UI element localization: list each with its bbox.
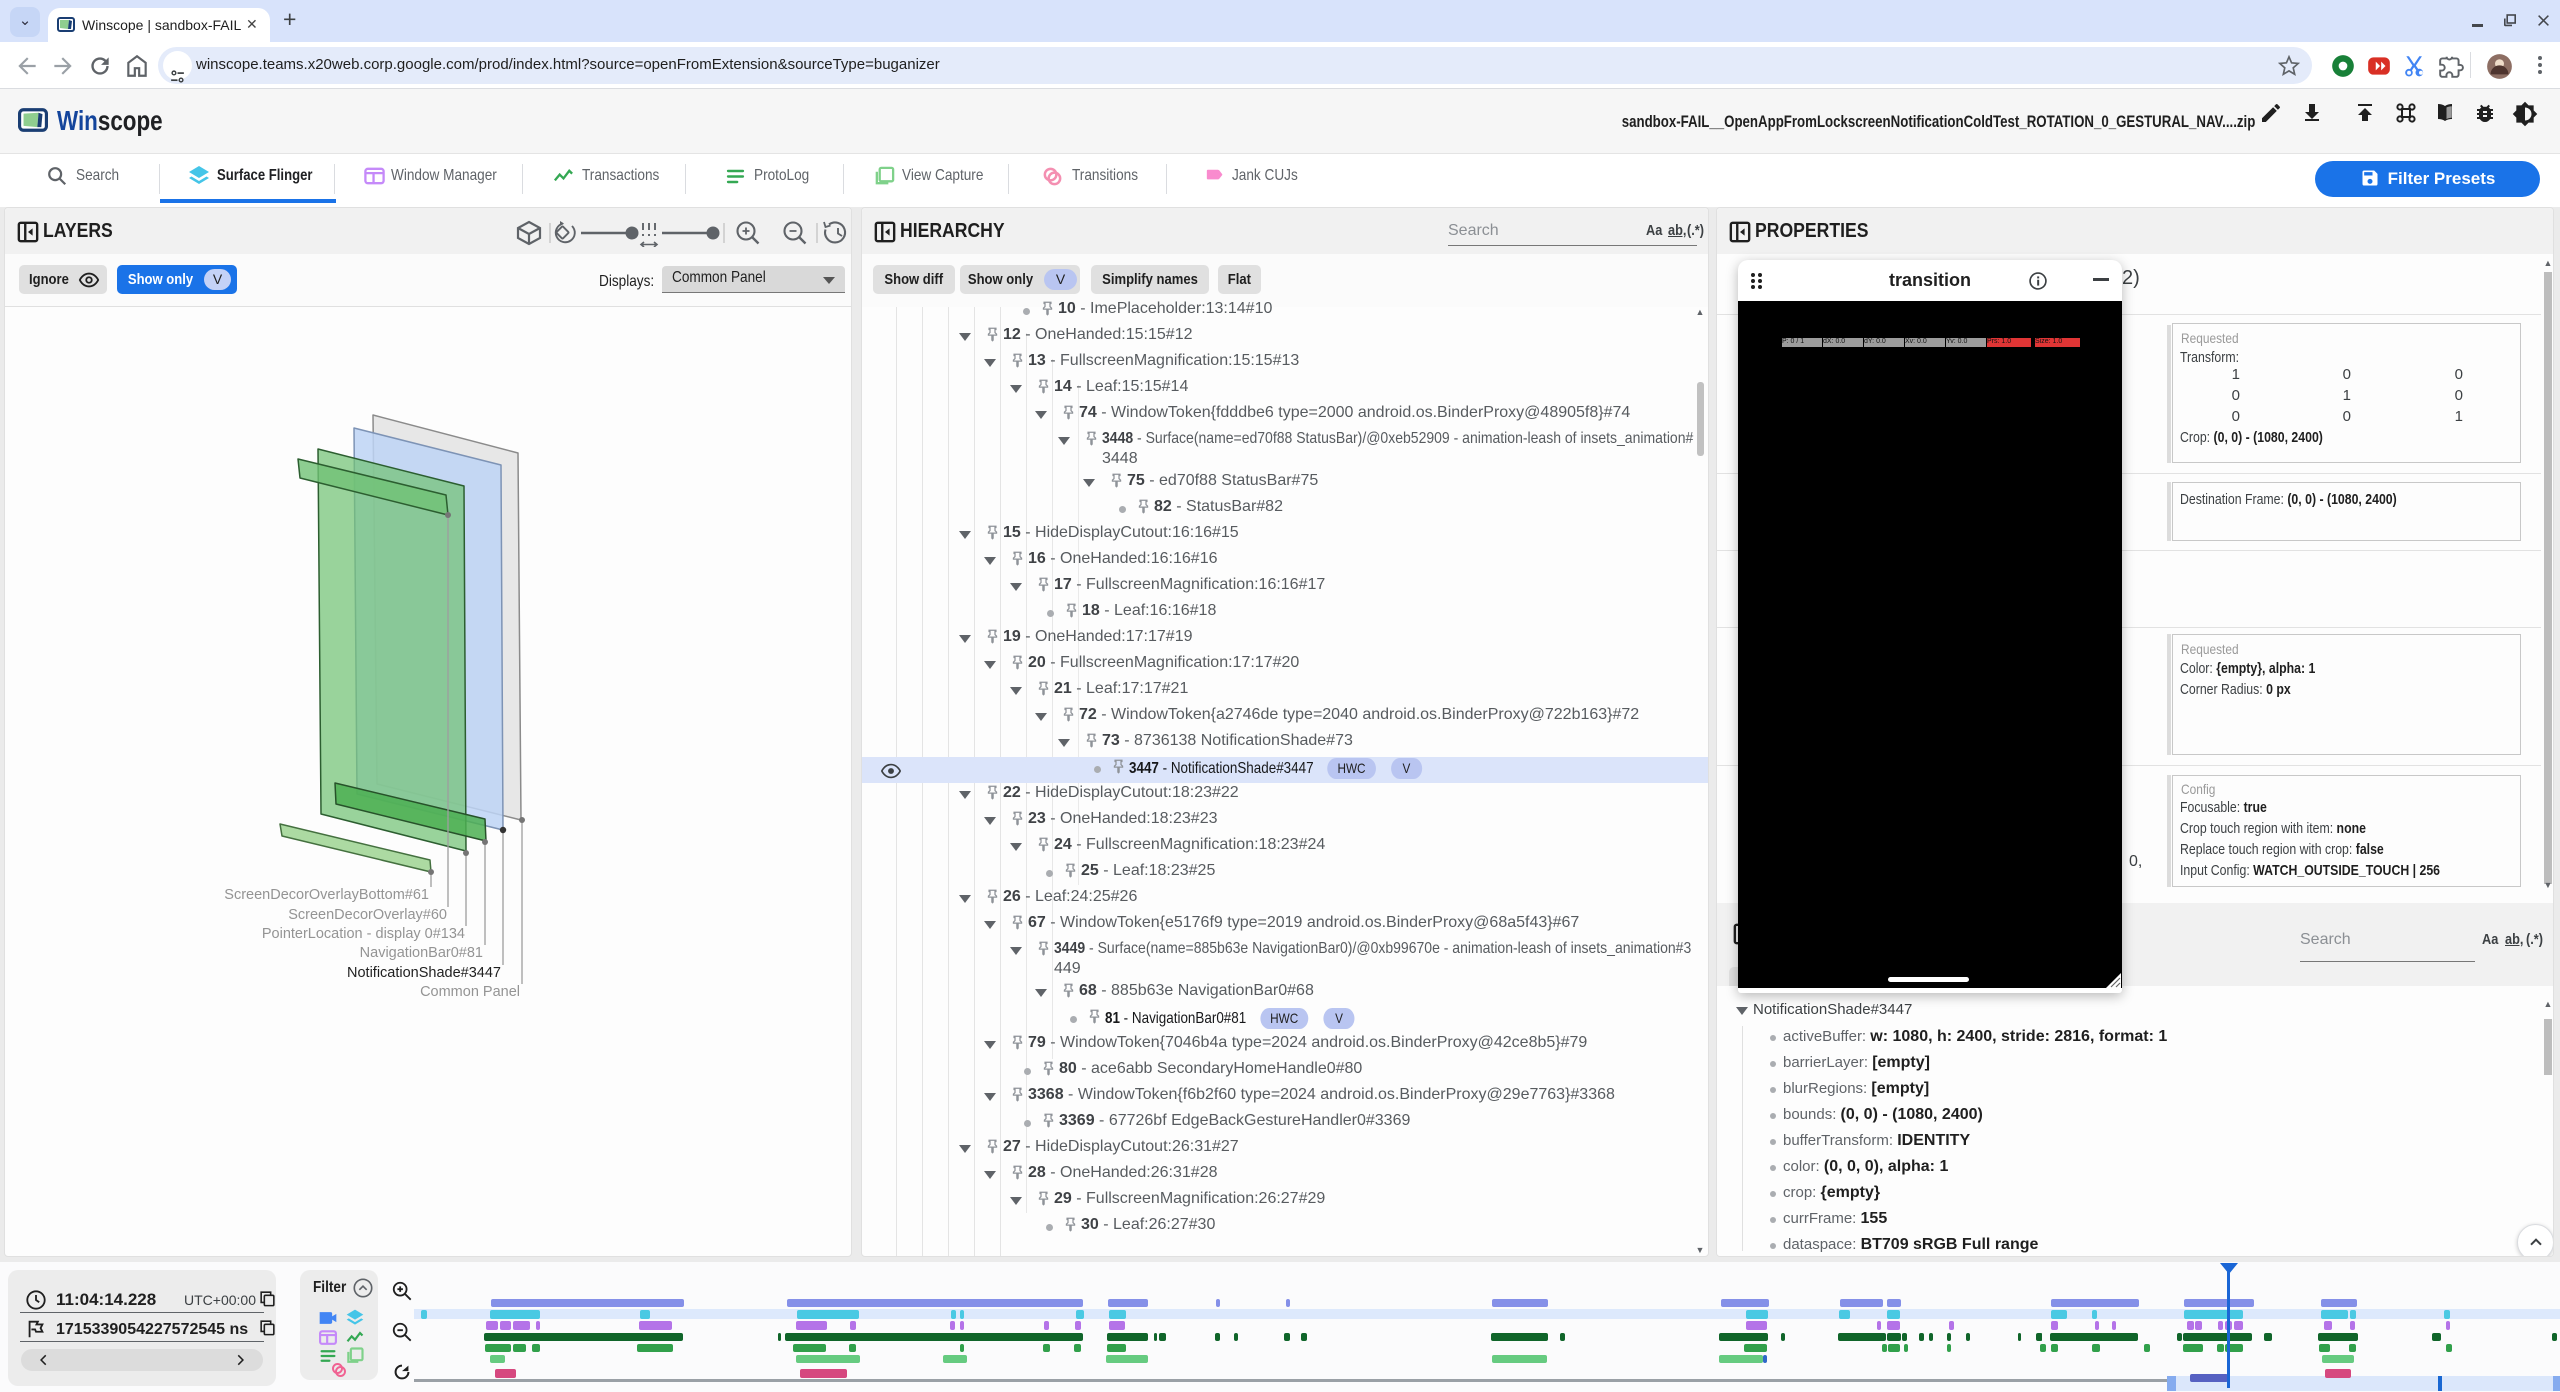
svg-text:NotificationShade#3447: NotificationShade#3447 [347,965,501,981]
svg-text:ScreenDecorOverlayBottom#61: ScreenDecorOverlayBottom#61 [224,887,429,903]
svg-text:ScreenDecorOverlay#60: ScreenDecorOverlay#60 [288,907,447,923]
svg-text:PointerLocation - display 0#13: PointerLocation - display 0#134 [262,926,465,942]
svg-text:Common Panel: Common Panel [420,984,520,1000]
svg-text:NavigationBar0#81: NavigationBar0#81 [360,945,483,961]
